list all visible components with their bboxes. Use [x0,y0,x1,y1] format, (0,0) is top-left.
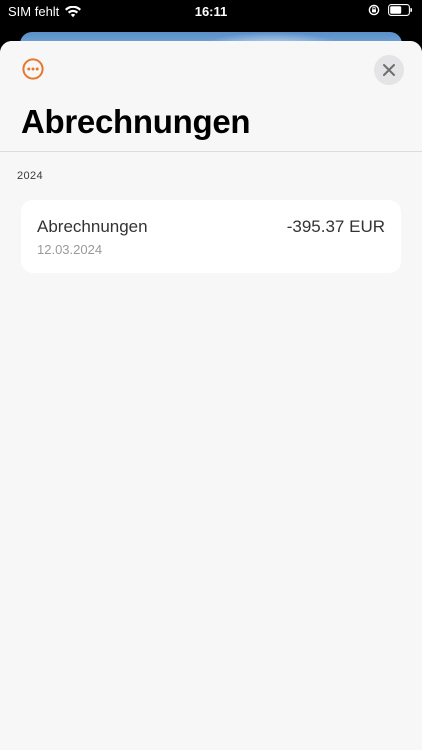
section-header-year: 2024 [17,170,44,182]
status-bar: SIM fehlt 16:11 [0,0,422,22]
page-title: Abrechnungen [21,103,251,140]
statement-title: Abrechnungen [37,217,148,236]
statements-sheet: Abrechnungen 2024 Abrechnungen -395.37 E… [0,41,422,750]
status-time: 16:11 [194,4,228,19]
close-icon [383,64,395,76]
close-button[interactable] [374,55,404,85]
statement-list-item[interactable]: Abrechnungen -395.37 EUR 12.03.2024 [21,200,401,273]
statement-date: 12.03.2024 [37,242,103,257]
statement-amount: -395.37 EUR [286,217,385,236]
ellipsis-circle-icon [22,58,44,80]
status-right [368,4,413,16]
more-options-button[interactable] [21,57,45,81]
battery-icon [388,4,413,16]
lock-rotation-icon [368,4,380,16]
sheet-header: Abrechnungen [0,41,422,152]
